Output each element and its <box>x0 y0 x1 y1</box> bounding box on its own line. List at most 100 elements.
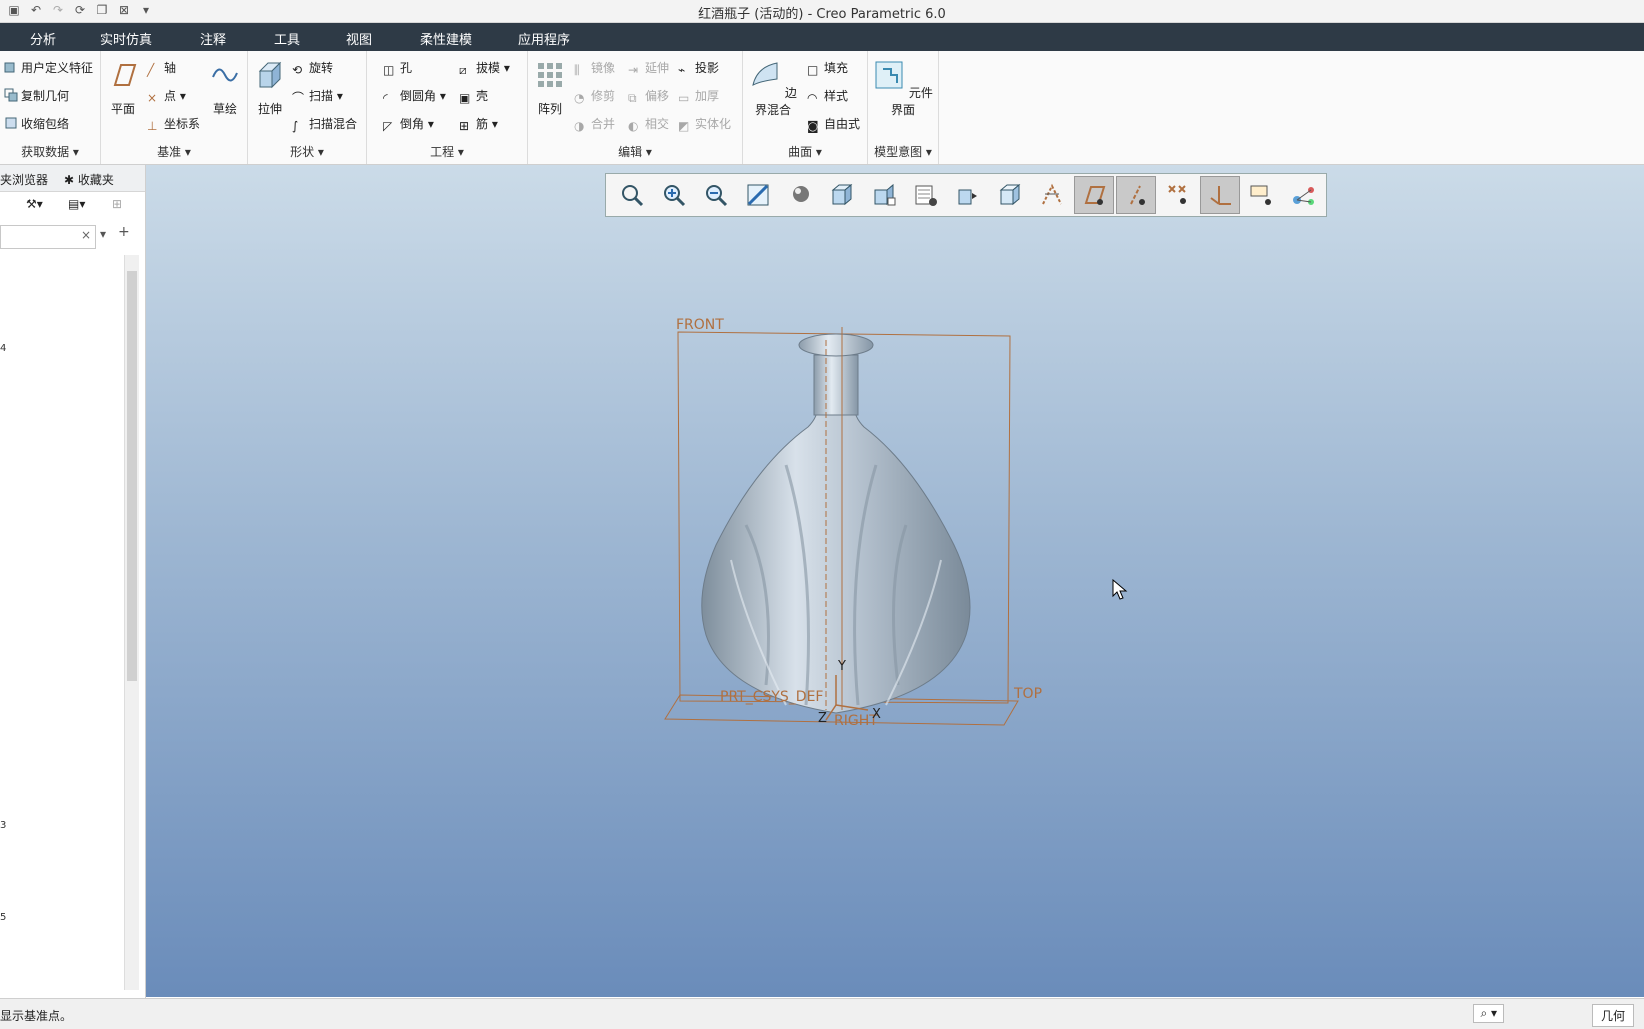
pattern-label: 阵列 <box>537 102 562 116</box>
tab-flexible-modeling[interactable]: 柔性建模 <box>420 29 472 48</box>
tab-view[interactable]: 视图 <box>346 29 372 48</box>
clear-search-icon[interactable]: × <box>81 228 91 242</box>
boundary-blend-button[interactable]: 边界混合 <box>747 59 799 118</box>
swept-blend-button[interactable]: ∫ 扫描混合 <box>292 115 357 133</box>
mirror-button[interactable]: ⫼ 镜像 <box>574 59 615 77</box>
favorites-label: 收藏夹 <box>77 173 114 187</box>
group-engineering-label[interactable]: 工程 ▾ <box>367 143 527 160</box>
rib-button[interactable]: ⊞ 筋 ▾ <box>459 115 498 133</box>
selection-filter[interactable]: 几何 <box>1591 1004 1634 1027</box>
show-icon[interactable]: ▤▾ <box>68 197 85 211</box>
point-button[interactable]: × 点 ▾ <box>147 87 186 105</box>
intersect-button[interactable]: ◐ 相交 <box>628 115 669 133</box>
draft-label: 拔模 <box>476 61 501 75</box>
trim-button[interactable]: ◔ 修剪 <box>574 87 615 105</box>
trim-label: 修剪 <box>591 89 616 103</box>
chamfer-button[interactable]: ◸ 倒角 ▾ <box>383 115 434 133</box>
group-editing-label[interactable]: 编辑 ▾ <box>528 143 742 160</box>
ribbon: 用户定义特征 复制几何 收缩包络 获取数据 ▾ 平面 ╱ 轴 × 点 ▾ ⊥ 坐标系 … <box>0 51 1644 165</box>
chamfer-icon: ◸ <box>383 119 393 133</box>
tab-annotate[interactable]: 注释 <box>200 29 226 48</box>
thicken-button[interactable]: ▭ 加厚 <box>678 87 719 105</box>
tab-applications[interactable]: 应用程序 <box>518 29 570 48</box>
solidify-button[interactable]: ◩ 实体化 <box>678 115 731 133</box>
user-defined-feature-button[interactable]: 用户定义特征 <box>4 59 93 76</box>
thicken-label: 加厚 <box>695 89 720 103</box>
search-dropdown-icon[interactable]: ▾ <box>100 227 106 241</box>
z-axis-label: Z <box>818 711 827 726</box>
style-button[interactable]: ◠ 样式 <box>807 87 848 105</box>
fill-button[interactable]: □ 填充 <box>807 59 848 77</box>
merge-button[interactable]: ◑ 合并 <box>574 115 615 133</box>
group-datum-label[interactable]: 基准 ▾ <box>101 143 247 160</box>
freestyle-button[interactable]: ◙ 自由式 <box>807 115 860 133</box>
group-get-data: 用户定义特征 复制几何 收缩包络 获取数据 ▾ <box>0 51 101 164</box>
add-icon[interactable]: + <box>118 224 130 240</box>
shrinkwrap-button[interactable]: 收缩包络 <box>4 115 69 132</box>
group-model-intent: 元件界面 模型意图 ▾ <box>868 51 939 164</box>
pattern-button[interactable]: 阵列 <box>532 59 568 117</box>
tab-favorites[interactable]: ✱ 收藏夹 <box>64 171 114 188</box>
group-model-intent-label[interactable]: 模型意图 ▾ <box>868 143 938 160</box>
copy-geometry-button[interactable]: 复制几何 <box>4 87 69 104</box>
solidify-label: 实体化 <box>695 117 732 131</box>
revolve-button[interactable]: ⟲ 旋转 <box>292 59 333 77</box>
tab-tools[interactable]: 工具 <box>274 29 300 48</box>
trim-icon: ◔ <box>574 91 585 105</box>
sketch-label: 草绘 <box>212 102 237 116</box>
group-surfaces-label[interactable]: 曲面 ▾ <box>743 143 867 160</box>
udf-icon <box>4 62 15 73</box>
intersect-icon: ◐ <box>628 119 639 133</box>
hole-button[interactable]: ◫ 孔 <box>383 59 412 77</box>
project-button[interactable]: ⌁ 投影 <box>678 59 719 77</box>
status-bar: 显示基准点。 ⌕ ▾ 几何 <box>0 998 1644 1029</box>
top-plane-label[interactable]: TOP <box>1014 686 1042 702</box>
tab-live-simulation[interactable]: 实时仿真 <box>100 29 152 48</box>
round-button[interactable]: ◜ 倒圆角 ▾ <box>383 87 446 105</box>
plane-label: 平面 <box>110 102 135 116</box>
axis-button[interactable]: ╱ 轴 <box>147 59 176 77</box>
scrollbar-thumb[interactable] <box>127 271 137 681</box>
wine-bottle-model[interactable] <box>701 333 971 714</box>
shell-icon: ▣ <box>459 91 471 105</box>
navigator-scrollbar[interactable] <box>124 255 139 990</box>
revolve-icon: ⟲ <box>292 63 303 77</box>
component-interface-button[interactable]: 元件界面 <box>872 59 934 118</box>
copy-geometry-icon <box>4 88 18 102</box>
group-shapes-label[interactable]: 形状 ▾ <box>248 143 366 160</box>
chamfer-label: 倒角 <box>400 117 425 131</box>
extend-label: 延伸 <box>645 61 670 75</box>
style-label: 样式 <box>824 89 849 103</box>
navigator-search-input[interactable]: × <box>0 225 96 249</box>
front-plane-label[interactable]: FRONT <box>676 317 724 333</box>
mouse-cursor-icon <box>1112 579 1128 600</box>
tab-folder-browser[interactable]: 夹浏览器 <box>0 171 48 188</box>
plane-button[interactable]: 平面 <box>105 59 141 117</box>
csys-label[interactable]: PRT_CSYS_DEF <box>720 689 823 705</box>
thicken-icon: ▭ <box>678 91 690 105</box>
group-shapes: 拉伸 ⟲ 旋转 ⌒ 扫描 ▾ ∫ 扫描混合 形状 ▾ <box>248 51 367 164</box>
settings-tools-icon[interactable]: ⚒▾ <box>26 197 43 211</box>
solidify-icon: ◩ <box>678 119 690 133</box>
offset-button[interactable]: ⧉ 偏移 <box>628 87 669 105</box>
group-get-data-label[interactable]: 获取数据 ▾ <box>0 143 100 160</box>
sketch-button[interactable]: 草绘 <box>207 59 243 117</box>
axis-icon: ╱ <box>147 63 155 77</box>
shell-label: 壳 <box>476 89 489 103</box>
hole-label: 孔 <box>400 61 413 75</box>
csys-button[interactable]: ⊥ 坐标系 <box>147 115 200 133</box>
sweep-button[interactable]: ⌒ 扫描 ▾ <box>292 87 343 105</box>
extend-button[interactable]: ⇥ 延伸 <box>628 59 669 77</box>
project-icon: ⌁ <box>678 63 686 77</box>
graphics-window[interactable]: FRONT TOP PRT_CSYS_DEF RIGHT Y X Z <box>146 165 1644 997</box>
extend-icon: ⇥ <box>628 63 639 77</box>
revolve-label: 旋转 <box>309 61 334 75</box>
tree-filter-icon[interactable]: ⊞ <box>112 197 122 211</box>
draft-button[interactable]: ⧄ 拔模 ▾ <box>459 59 510 77</box>
shell-button[interactable]: ▣ 壳 <box>459 87 488 105</box>
extrude-button[interactable]: 拉伸 <box>252 59 288 117</box>
fill-icon: □ <box>807 63 819 77</box>
tab-analysis[interactable]: 分析 <box>30 29 56 48</box>
extrude-icon <box>258 61 282 89</box>
find-icon[interactable]: ⌕ ▾ <box>1473 1004 1504 1023</box>
